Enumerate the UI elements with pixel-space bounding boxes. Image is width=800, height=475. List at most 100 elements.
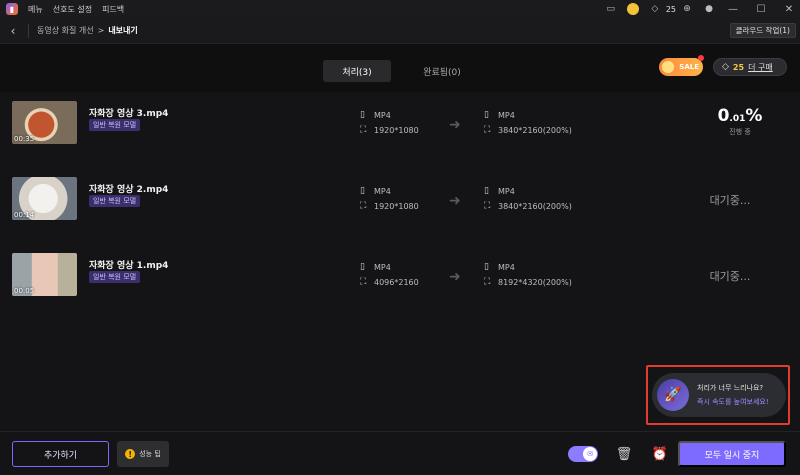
- resize-icon: ⛶: [360, 125, 367, 135]
- target-format: ▯ MP4: [484, 262, 515, 272]
- file-icon: ▯: [360, 110, 365, 120]
- video-duration: 00:05: [14, 287, 35, 295]
- maximize-icon[interactable]: ☐: [750, 0, 772, 18]
- speed-up-toast[interactable]: 🚀 처리가 너무 느리나요? 즉시 속도를 높여보세요!: [652, 373, 786, 417]
- task-row: 00:14 자화장 영상 2.mp4 일반 복원 모델 ▯ MP4 ⛶ 1920*1…: [0, 168, 800, 230]
- source-format-label: MP4: [374, 110, 391, 120]
- target-format: ▯ MP4: [484, 110, 515, 120]
- tab-processing[interactable]: 처리(3): [323, 60, 391, 82]
- source-format-label: MP4: [374, 262, 391, 272]
- message-icon[interactable]: ▭: [604, 2, 618, 16]
- file-icon: ▯: [360, 262, 365, 272]
- progress-unit: %: [745, 106, 763, 126]
- title-bar: ▮ 메뉴 선호도 설정 피드백 ▭ ◇ 25 ⊕ ● — ☐ ✕: [0, 0, 800, 18]
- sale-badge[interactable]: SALE: [659, 55, 704, 76]
- file-icon: ▯: [484, 262, 489, 272]
- buy-more-button[interactable]: ◇ 25 더 구매: [713, 58, 787, 76]
- minimize-icon[interactable]: —: [722, 0, 744, 18]
- notification-toggle[interactable]: ✉: [568, 446, 598, 462]
- source-resolution: ⛶ 4096*2160: [360, 277, 419, 287]
- target-resolution: ⛶ 8192*4320(200%): [484, 277, 572, 287]
- credits-group[interactable]: ◇ 25 ⊕: [648, 2, 694, 16]
- file-icon: ▯: [360, 186, 365, 196]
- toast-text: 처리가 너무 느리나요? 즉시 속도를 높여보세요!: [697, 383, 769, 407]
- buy-credits-count: 25: [732, 62, 745, 72]
- model-tag: 일반 복원 모델: [89, 195, 141, 207]
- progress-percent: 0.01%: [700, 106, 780, 126]
- source-resolution-label: 1920*1080: [374, 125, 419, 135]
- target-format: ▯ MP4: [484, 186, 515, 196]
- progress-label: 진행 중: [729, 128, 751, 136]
- target-format-label: MP4: [498, 262, 515, 272]
- breadcrumb-current: 내보내기: [108, 26, 138, 35]
- target-resolution-label: 3840*2160(200%): [498, 125, 572, 135]
- file-icon: ▯: [484, 110, 489, 120]
- target-resolution-label: 3840*2160(200%): [498, 201, 572, 211]
- avatar-icon[interactable]: ●: [702, 2, 716, 16]
- menu-item-feedback[interactable]: 피드백: [102, 4, 124, 15]
- trash-icon[interactable]: 🗑: [615, 445, 633, 463]
- add-button[interactable]: 추가하기: [12, 441, 109, 467]
- alarm-clock-icon[interactable]: ⏰: [651, 445, 669, 463]
- app-window: ▮ 메뉴 선호도 설정 피드백 ▭ ◇ 25 ⊕ ● — ☐ ✕ ‹ 동영상 화…: [0, 0, 800, 475]
- close-icon[interactable]: ✕: [778, 0, 800, 18]
- video-duration: 00:35: [14, 135, 35, 143]
- video-title: 자화장 영상 2.mp4: [89, 185, 169, 195]
- progress-main: 0: [717, 106, 730, 126]
- resize-icon: ⛶: [484, 125, 491, 135]
- performance-tip-label: 성능 팁: [139, 450, 161, 458]
- resize-icon: ⛶: [484, 201, 491, 211]
- video-title: 자화장 영상 3.mp4: [89, 109, 169, 119]
- toast-title: 처리가 너무 느리나요?: [697, 384, 764, 392]
- task-row: 00:05 자화장 영상 1.mp4 일반 복원 모델 ▯ MP4 ⛶ 4096*2…: [0, 244, 800, 306]
- coin-icon[interactable]: [626, 2, 640, 16]
- credits-count: 25: [665, 4, 676, 14]
- notification-dot: [698, 55, 704, 61]
- rocket-icon: 🚀: [657, 379, 689, 411]
- sale-coin-icon: [662, 61, 674, 73]
- pause-all-button[interactable]: 모두 일시 중지: [678, 441, 786, 467]
- source-format-label: MP4: [374, 186, 391, 196]
- divider: [28, 23, 29, 38]
- model-tag: 일반 복원 모델: [89, 271, 141, 283]
- video-duration: 00:14: [14, 211, 35, 219]
- resize-icon: ⛶: [360, 277, 367, 287]
- sale-label: SALE: [679, 63, 699, 71]
- source-resolution: ⛶ 1920*1080: [360, 201, 419, 211]
- arrow-right-icon: ➜: [449, 193, 461, 209]
- progress-decimal: .01: [729, 114, 746, 124]
- menu-item-preferences[interactable]: 선호도 설정: [53, 4, 92, 15]
- toast-link[interactable]: 즉시 속도를 높여보세요!: [697, 397, 769, 407]
- video-title: 자화장 영상 1.mp4: [89, 261, 169, 271]
- source-resolution-label: 4096*2160: [374, 277, 419, 287]
- titlebar-right: ▭ ◇ 25 ⊕ ● — ☐ ✕: [596, 0, 800, 18]
- buy-more-label: 더 구매: [748, 62, 773, 72]
- target-format-label: MP4: [498, 110, 515, 120]
- target-resolution: ⛶ 3840*2160(200%): [484, 125, 572, 135]
- video-thumbnail: 00:14: [12, 177, 77, 220]
- breadcrumb-separator: >: [97, 26, 105, 35]
- cloud-tasks-button[interactable]: 클라우드 작업(1): [729, 23, 796, 38]
- menu-item-menu[interactable]: 메뉴: [28, 4, 43, 15]
- back-arrow-icon[interactable]: ‹: [2, 18, 24, 44]
- source-format: ▯ MP4: [360, 186, 391, 196]
- plus-circle-icon[interactable]: ⊕: [680, 2, 694, 16]
- breadcrumb: ‹ 동영상 화질 개선 > 내보내기 클라우드 작업(1): [0, 18, 800, 44]
- model-tag: 일반 복원 모델: [89, 119, 141, 131]
- arrow-right-icon: ➜: [449, 269, 461, 285]
- gem-icon: ◇: [722, 62, 729, 72]
- target-format-label: MP4: [498, 186, 515, 196]
- resize-icon: ⛶: [360, 201, 367, 211]
- breadcrumb-parent[interactable]: 동영상 화질 개선: [37, 25, 94, 36]
- performance-tip-button[interactable]: ! 성능 팁: [117, 441, 169, 467]
- mail-icon: ✉: [583, 447, 597, 461]
- progress-status: 0.01% 진행 중: [700, 106, 780, 137]
- waiting-status: 대기중...: [709, 270, 751, 283]
- task-row: 00:35 자화장 영상 3.mp4 일반 복원 모델 ▯ MP4 ⛶ 1920*1…: [0, 92, 800, 154]
- tab-completed[interactable]: 완료됨(0): [408, 60, 476, 82]
- bottom-bar: 추가하기 ! 성능 팁 ✉ 🗑 ⏰ 모두 일시 중지: [0, 431, 800, 475]
- video-thumbnail: 00:05: [12, 253, 77, 296]
- app-logo-icon: ▮: [6, 3, 18, 15]
- tabs-header: 처리(3) 완료됨(0) SALE ◇ 25 더 구매: [0, 44, 800, 92]
- source-format: ▯ MP4: [360, 262, 391, 272]
